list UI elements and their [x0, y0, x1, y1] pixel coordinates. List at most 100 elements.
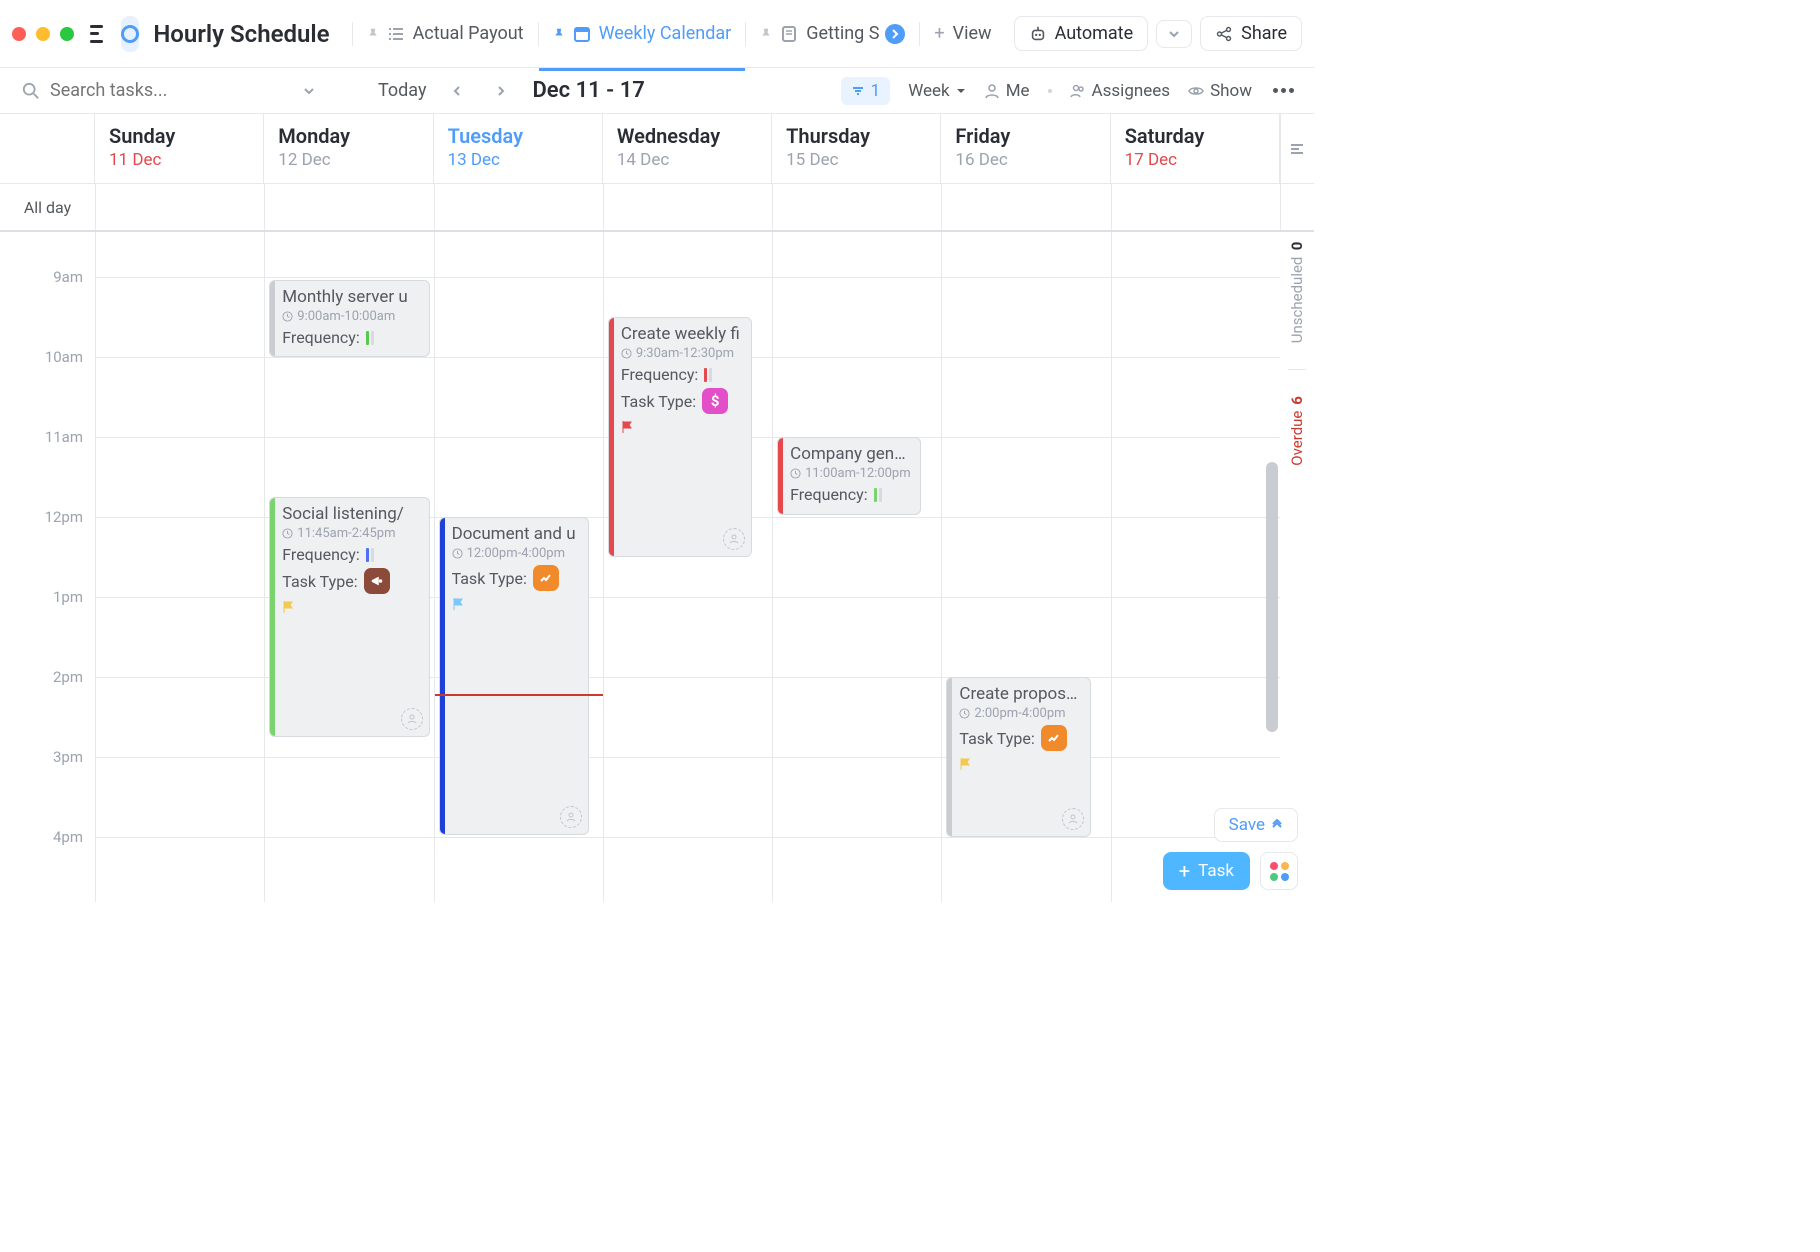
- scrollbar-thumb[interactable]: [1266, 462, 1278, 732]
- event-monthly-server[interactable]: Monthly server u 9:00am-10:00am Frequenc…: [269, 280, 429, 357]
- automate-label: Automate: [1055, 23, 1134, 44]
- plus-icon: +: [1179, 864, 1190, 878]
- add-assignee-button[interactable]: [401, 708, 423, 730]
- add-view-label: View: [953, 23, 992, 44]
- eye-icon: [1188, 83, 1204, 99]
- calendar-icon: [573, 25, 591, 43]
- day-header-saturday[interactable]: Saturday17 Dec: [1111, 114, 1280, 183]
- automate-button[interactable]: Automate: [1014, 16, 1149, 51]
- view-mode-select[interactable]: Week: [908, 81, 965, 101]
- day-header-tuesday[interactable]: Tuesday13 Dec: [434, 114, 603, 183]
- clock-icon: [282, 311, 293, 322]
- share-icon: [1215, 25, 1233, 43]
- calendar-toolbar: Today Dec 11 - 17 1 Week Me Assignees Sh…: [0, 68, 1314, 114]
- add-assignee-button[interactable]: [723, 528, 745, 550]
- prev-week-button[interactable]: [444, 78, 470, 104]
- event-create-weekly[interactable]: Create weekly fi 9:30am-12:30pm Frequenc…: [608, 317, 752, 557]
- clock-icon: [452, 548, 463, 559]
- megaphone-icon: [364, 568, 390, 594]
- floating-actions: Save + Task: [1163, 808, 1298, 890]
- date-range: Dec 11 - 17: [532, 78, 644, 103]
- show-toggle[interactable]: Show: [1188, 81, 1252, 101]
- search-field[interactable]: [22, 80, 278, 101]
- day-column-monday[interactable]: Monthly server u 9:00am-10:00am Frequenc…: [264, 232, 433, 902]
- day-column-wednesday[interactable]: Create weekly fi 9:30am-12:30pm Frequenc…: [603, 232, 772, 902]
- day-header-monday[interactable]: Monday12 Dec: [264, 114, 433, 183]
- search-dropdown[interactable]: [296, 78, 322, 104]
- chevron-left-icon: [451, 85, 463, 97]
- event-document[interactable]: Document and u 12:00pm-4:00pm Task Type:: [439, 517, 589, 835]
- day-header-sunday[interactable]: Sunday11 Dec: [95, 114, 264, 183]
- right-rail: Unscheduled 0 Overdue 6: [1280, 232, 1314, 902]
- new-task-button[interactable]: + Task: [1163, 852, 1250, 890]
- filter-icon: [851, 84, 865, 98]
- flag-icon: [621, 420, 635, 434]
- search-input[interactable]: [50, 80, 278, 101]
- minimize-window-button[interactable]: [36, 27, 50, 41]
- flag-icon: [452, 597, 466, 611]
- day-header-friday[interactable]: Friday16 Dec: [941, 114, 1110, 183]
- event-social-listening[interactable]: Social listening/ 11:45am-2:45pm Frequen…: [269, 497, 429, 737]
- add-view-button[interactable]: + View: [920, 17, 1005, 50]
- share-button[interactable]: Share: [1200, 16, 1302, 51]
- save-button[interactable]: Save: [1214, 808, 1298, 842]
- tab-weekly-calendar[interactable]: Weekly Calendar: [539, 17, 746, 50]
- fullscreen-window-button[interactable]: [60, 27, 74, 41]
- right-panel-toggle[interactable]: [1280, 114, 1314, 183]
- event-company-general[interactable]: Company genera 11:00am-12:00pm Frequency…: [777, 437, 921, 515]
- show-label: Show: [1210, 81, 1252, 101]
- add-assignee-button[interactable]: [1062, 808, 1084, 830]
- automate-dropdown[interactable]: [1156, 20, 1192, 48]
- tab-getting-started[interactable]: Getting S: [746, 17, 919, 50]
- apps-button[interactable]: [1260, 852, 1298, 890]
- people-icon: [1070, 83, 1086, 99]
- assignees-filter[interactable]: Assignees: [1070, 81, 1171, 101]
- view-tabs: Actual Payout Weekly Calendar Getting S …: [352, 17, 1006, 50]
- filter-button[interactable]: 1: [841, 77, 891, 105]
- next-week-button[interactable]: [488, 78, 514, 104]
- chevron-up-icon: [1271, 819, 1283, 831]
- menu-icon[interactable]: [90, 25, 103, 43]
- add-assignee-button[interactable]: [560, 806, 582, 828]
- apps-icon: [1270, 862, 1289, 881]
- allday-row: All day: [0, 184, 1314, 232]
- more-menu[interactable]: [1270, 88, 1296, 93]
- day-column-tuesday[interactable]: Document and u 12:00pm-4:00pm Task Type:: [434, 232, 603, 902]
- overdue-rail[interactable]: Overdue 6: [1288, 396, 1306, 466]
- doc-icon: [780, 25, 798, 43]
- me-filter[interactable]: Me: [984, 81, 1030, 101]
- flag-icon: [282, 600, 296, 614]
- assignees-label: Assignees: [1092, 81, 1171, 101]
- window-controls: [12, 27, 74, 41]
- tab-actual-payout[interactable]: Actual Payout: [353, 17, 538, 50]
- flag-icon: [959, 757, 973, 771]
- person-icon: [984, 83, 1000, 99]
- chevron-down-icon: [1167, 27, 1181, 41]
- caret-down-icon: [956, 86, 966, 96]
- view-mode-label: Week: [908, 81, 949, 101]
- calendar-grid: 9am 10am 11am 12pm 1pm 2pm 3pm 4pm Month…: [0, 232, 1314, 902]
- filter-count: 1: [871, 81, 881, 101]
- day-column-sunday[interactable]: [95, 232, 264, 902]
- unscheduled-rail[interactable]: Unscheduled 0: [1288, 242, 1306, 343]
- day-header-thursday[interactable]: Thursday15 Dec: [772, 114, 941, 183]
- separator: [1048, 89, 1052, 93]
- day-column-thursday[interactable]: Company genera 11:00am-12:00pm Frequency…: [772, 232, 941, 902]
- day-column-friday[interactable]: Create proposals 2:00pm-4:00pm Task Type…: [941, 232, 1110, 902]
- workspace-icon[interactable]: [121, 16, 140, 52]
- tab-label: Actual Payout: [413, 23, 524, 44]
- now-indicator: [435, 694, 603, 696]
- list-icon: [387, 25, 405, 43]
- close-window-button[interactable]: [12, 27, 26, 41]
- day-header-wednesday[interactable]: Wednesday14 Dec: [603, 114, 772, 183]
- event-create-proposals[interactable]: Create proposals 2:00pm-4:00pm Task Type…: [946, 677, 1090, 837]
- share-label: Share: [1241, 23, 1287, 44]
- allday-label: All day: [0, 184, 95, 230]
- clock-icon: [959, 708, 970, 719]
- day-column-saturday[interactable]: [1111, 232, 1280, 902]
- today-button[interactable]: Today: [378, 80, 426, 101]
- dollar-icon: $: [702, 388, 728, 414]
- clock-icon: [621, 348, 632, 359]
- pin-icon: [553, 28, 565, 40]
- circle-icon: [121, 25, 139, 43]
